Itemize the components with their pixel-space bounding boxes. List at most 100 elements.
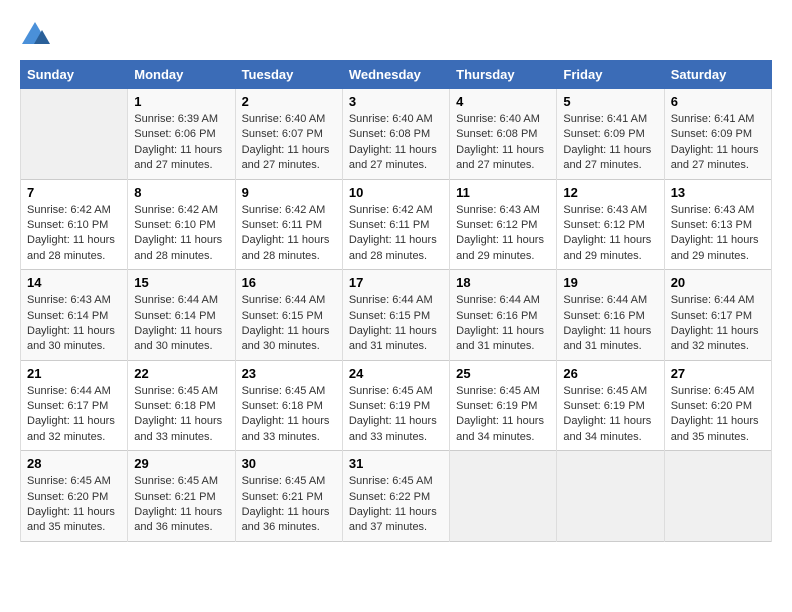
day-info: Sunrise: 6:44 AMSunset: 6:16 PMDaylight:… (456, 293, 550, 355)
week-row-5: 28Sunrise: 6:45 AMSunset: 6:20 PMDayligh… (21, 451, 772, 542)
week-row-3: 14 Sunrise: 6:43 AMSunset: 6:14 PMDayligh… (21, 270, 772, 361)
calendar-cell: 3 Sunrise: 6:40 AMSunset: 6:08 PMDaylight… (342, 89, 449, 180)
day-number: 9 (242, 185, 336, 200)
day-number: 8 (134, 185, 228, 200)
day-number: 7 (27, 185, 121, 200)
day-header-saturday: Saturday (664, 61, 771, 89)
calendar-cell (21, 89, 128, 180)
day-info: Sunrise: 6:45 AMSunset: 6:21 PMDaylight:… (242, 474, 336, 536)
day-number: 12 (563, 185, 657, 200)
week-row-1: 1 Sunrise: 6:39 AMSunset: 6:06 PMDaylight… (21, 89, 772, 180)
day-number: 20 (671, 275, 765, 290)
day-number: 26 (563, 366, 657, 381)
calendar-cell: 14 Sunrise: 6:43 AMSunset: 6:14 PMDayligh… (21, 270, 128, 361)
day-info: Sunrise: 6:45 AMSunset: 6:20 PMDaylight:… (671, 384, 765, 446)
calendar-cell: 7 Sunrise: 6:42 AMSunset: 6:10 PMDaylight… (21, 179, 128, 270)
days-header-row: SundayMondayTuesdayWednesdayThursdayFrid… (21, 61, 772, 89)
day-info: Sunrise: 6:44 AMSunset: 6:16 PMDaylight:… (563, 293, 657, 355)
day-info: Sunrise: 6:45 AMSunset: 6:21 PMDaylight:… (134, 474, 228, 536)
day-number: 14 (27, 275, 121, 290)
day-header-thursday: Thursday (450, 61, 557, 89)
calendar-cell: 24 Sunrise: 6:45 AMSunset: 6:19 PMDayligh… (342, 360, 449, 451)
calendar-cell: 30 Sunrise: 6:45 AMSunset: 6:21 PMDayligh… (235, 451, 342, 542)
calendar-cell: 23 Sunrise: 6:45 AMSunset: 6:18 PMDayligh… (235, 360, 342, 451)
day-info: Sunrise: 6:44 AMSunset: 6:17 PMDaylight:… (671, 293, 765, 355)
day-info: Sunrise: 6:44 AMSunset: 6:15 PMDaylight:… (349, 293, 443, 355)
calendar-cell: 28Sunrise: 6:45 AMSunset: 6:20 PMDayligh… (21, 451, 128, 542)
day-info: Sunrise: 6:44 AMSunset: 6:15 PMDaylight:… (242, 293, 336, 355)
day-number: 17 (349, 275, 443, 290)
day-number: 23 (242, 366, 336, 381)
calendar-cell: 16 Sunrise: 6:44 AMSunset: 6:15 PMDayligh… (235, 270, 342, 361)
day-number: 18 (456, 275, 550, 290)
day-info: Sunrise: 6:42 AMSunset: 6:11 PMDaylight:… (349, 203, 443, 265)
calendar-cell (450, 451, 557, 542)
calendar-cell: 8 Sunrise: 6:42 AMSunset: 6:10 PMDaylight… (128, 179, 235, 270)
day-info: Sunrise: 6:43 AMSunset: 6:12 PMDaylight:… (456, 203, 550, 265)
calendar-cell: 31 Sunrise: 6:45 AMSunset: 6:22 PMDayligh… (342, 451, 449, 542)
day-info: Sunrise: 6:45 AMSunset: 6:19 PMDaylight:… (349, 384, 443, 446)
calendar-cell: 26Sunrise: 6:45 AMSunset: 6:19 PMDayligh… (557, 360, 664, 451)
day-info: Sunrise: 6:43 AMSunset: 6:12 PMDaylight:… (563, 203, 657, 265)
week-row-2: 7 Sunrise: 6:42 AMSunset: 6:10 PMDaylight… (21, 179, 772, 270)
day-info: Sunrise: 6:43 AMSunset: 6:13 PMDaylight:… (671, 203, 765, 265)
calendar-cell: 19 Sunrise: 6:44 AMSunset: 6:16 PMDayligh… (557, 270, 664, 361)
day-number: 19 (563, 275, 657, 290)
day-number: 4 (456, 94, 550, 109)
logo-icon (20, 20, 50, 50)
calendar-table: SundayMondayTuesdayWednesdayThursdayFrid… (20, 60, 772, 542)
calendar-cell: 22 Sunrise: 6:45 AMSunset: 6:18 PMDayligh… (128, 360, 235, 451)
calendar-cell: 4 Sunrise: 6:40 AMSunset: 6:08 PMDaylight… (450, 89, 557, 180)
day-info: Sunrise: 6:40 AMSunset: 6:07 PMDaylight:… (242, 112, 336, 174)
calendar-cell: 25Sunrise: 6:45 AMSunset: 6:19 PMDayligh… (450, 360, 557, 451)
day-info: Sunrise: 6:41 AMSunset: 6:09 PMDaylight:… (671, 112, 765, 174)
calendar-cell (557, 451, 664, 542)
day-number: 11 (456, 185, 550, 200)
day-number: 10 (349, 185, 443, 200)
day-number: 3 (349, 94, 443, 109)
day-info: Sunrise: 6:42 AMSunset: 6:10 PMDaylight:… (134, 203, 228, 265)
day-info: Sunrise: 6:40 AMSunset: 6:08 PMDaylight:… (349, 112, 443, 174)
day-number: 2 (242, 94, 336, 109)
logo (20, 20, 52, 50)
day-number: 31 (349, 456, 443, 471)
day-info: Sunrise: 6:43 AMSunset: 6:14 PMDaylight:… (27, 293, 121, 355)
calendar-cell: 29 Sunrise: 6:45 AMSunset: 6:21 PMDayligh… (128, 451, 235, 542)
calendar-cell: 18 Sunrise: 6:44 AMSunset: 6:16 PMDayligh… (450, 270, 557, 361)
day-info: Sunrise: 6:42 AMSunset: 6:10 PMDaylight:… (27, 203, 121, 265)
day-number: 25 (456, 366, 550, 381)
week-row-4: 21Sunrise: 6:44 AMSunset: 6:17 PMDayligh… (21, 360, 772, 451)
day-number: 1 (134, 94, 228, 109)
calendar-cell: 27Sunrise: 6:45 AMSunset: 6:20 PMDayligh… (664, 360, 771, 451)
day-info: Sunrise: 6:45 AMSunset: 6:18 PMDaylight:… (134, 384, 228, 446)
day-number: 5 (563, 94, 657, 109)
calendar-cell: 11 Sunrise: 6:43 AMSunset: 6:12 PMDayligh… (450, 179, 557, 270)
day-header-friday: Friday (557, 61, 664, 89)
calendar-cell: 15 Sunrise: 6:44 AMSunset: 6:14 PMDayligh… (128, 270, 235, 361)
day-number: 16 (242, 275, 336, 290)
calendar-cell: 6 Sunrise: 6:41 AMSunset: 6:09 PMDaylight… (664, 89, 771, 180)
day-info: Sunrise: 6:44 AMSunset: 6:17 PMDaylight:… (27, 384, 121, 446)
calendar-cell: 20 Sunrise: 6:44 AMSunset: 6:17 PMDayligh… (664, 270, 771, 361)
day-info: Sunrise: 6:41 AMSunset: 6:09 PMDaylight:… (563, 112, 657, 174)
day-number: 28 (27, 456, 121, 471)
day-info: Sunrise: 6:45 AMSunset: 6:22 PMDaylight:… (349, 474, 443, 536)
day-header-tuesday: Tuesday (235, 61, 342, 89)
day-header-wednesday: Wednesday (342, 61, 449, 89)
day-number: 15 (134, 275, 228, 290)
day-header-sunday: Sunday (21, 61, 128, 89)
calendar-cell: 17 Sunrise: 6:44 AMSunset: 6:15 PMDayligh… (342, 270, 449, 361)
day-number: 22 (134, 366, 228, 381)
day-number: 6 (671, 94, 765, 109)
day-number: 24 (349, 366, 443, 381)
day-info: Sunrise: 6:40 AMSunset: 6:08 PMDaylight:… (456, 112, 550, 174)
day-info: Sunrise: 6:39 AMSunset: 6:06 PMDaylight:… (134, 112, 228, 174)
day-info: Sunrise: 6:45 AMSunset: 6:18 PMDaylight:… (242, 384, 336, 446)
day-info: Sunrise: 6:44 AMSunset: 6:14 PMDaylight:… (134, 293, 228, 355)
calendar-cell: 5 Sunrise: 6:41 AMSunset: 6:09 PMDaylight… (557, 89, 664, 180)
day-number: 30 (242, 456, 336, 471)
page-header (20, 20, 772, 50)
day-number: 13 (671, 185, 765, 200)
day-number: 29 (134, 456, 228, 471)
calendar-cell (664, 451, 771, 542)
